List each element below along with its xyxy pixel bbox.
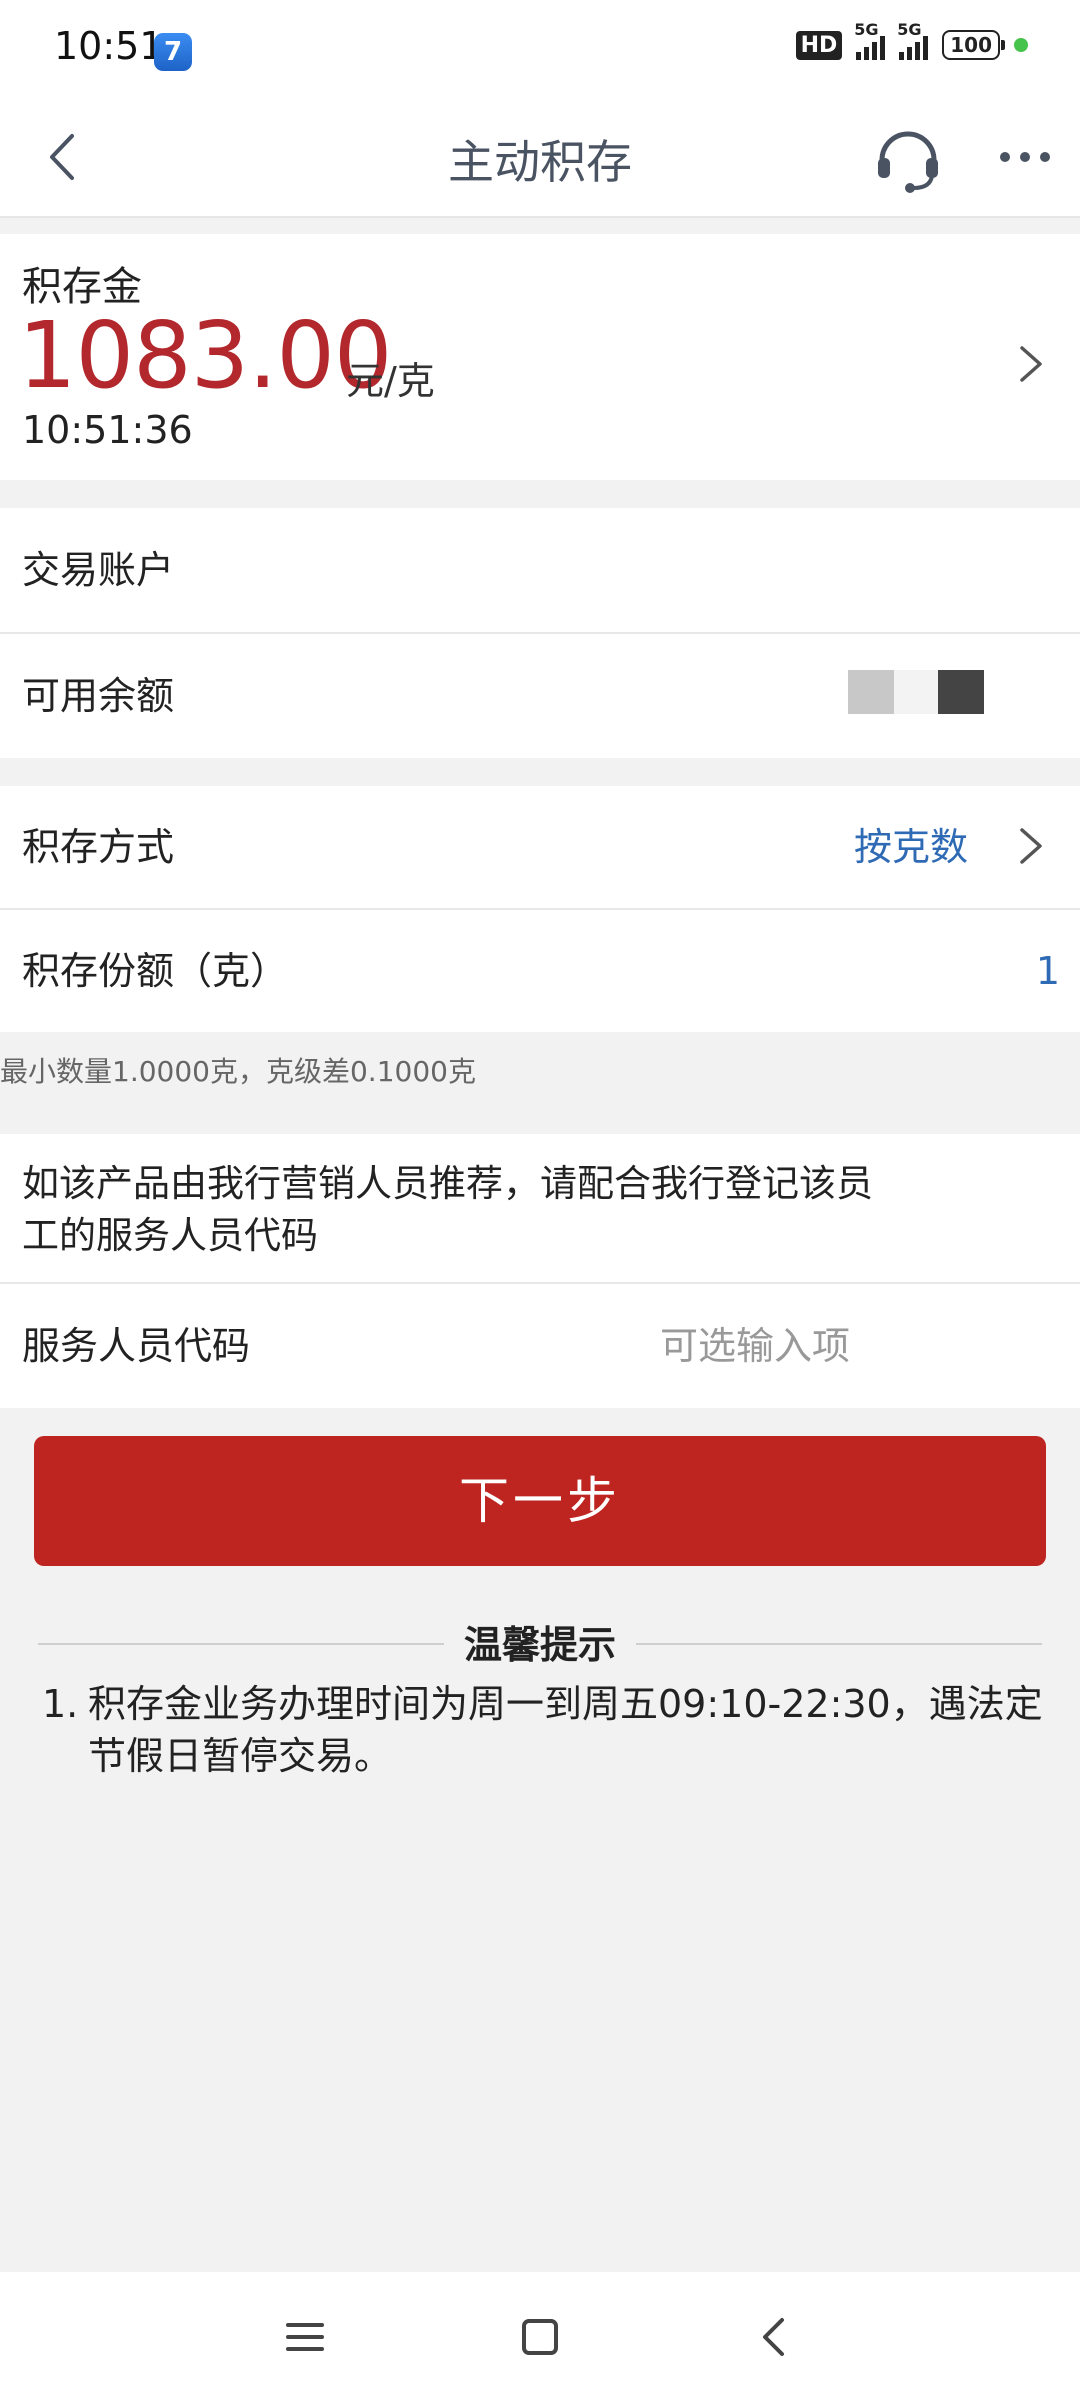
referral-notice-text: 如该产品由我行营销人员推荐，请配合我行登记该员工的服务人员代码: [22, 1162, 873, 1257]
privacy-indicator-dot: [1014, 38, 1028, 52]
chevron-right-icon: [1020, 828, 1042, 864]
tips-item-number: 1.: [42, 1682, 79, 1726]
gold-price-card[interactable]: 积存金 1083.00 元/克 10:51:36: [0, 234, 1080, 480]
gold-price: 1083.00: [18, 302, 392, 409]
home-icon[interactable]: [515, 2312, 565, 2362]
trade-account-label: 交易账户: [22, 548, 175, 592]
available-balance-label: 可用余额: [22, 674, 175, 718]
system-navigation-bar: [0, 2272, 1080, 2400]
tips-title: 温馨提示: [0, 1614, 1080, 1669]
deposit-method-value[interactable]: 按克数: [854, 786, 968, 908]
signal-icon: 5G: [854, 20, 886, 60]
next-step-button[interactable]: 下一步: [34, 1436, 1046, 1566]
staff-code-label: 服务人员代码: [22, 1324, 251, 1368]
deposit-amount-row[interactable]: 积存份额（克） 1: [0, 910, 1080, 1032]
chevron-right-icon: [1020, 346, 1042, 382]
status-bar: 10:51 7 HD 5G 5G 100: [0, 0, 1080, 100]
staff-code-row[interactable]: 服务人员代码 可选输入项: [0, 1284, 1080, 1408]
back-icon[interactable]: [750, 2312, 800, 2362]
more-dots-icon[interactable]: [990, 122, 1060, 192]
referral-notice: 如该产品由我行营销人员推荐，请配合我行登记该员工的服务人员代码: [0, 1134, 1080, 1282]
headset-icon[interactable]: [870, 120, 946, 196]
masked-balance-3: [938, 670, 984, 714]
deposit-method-label: 积存方式: [22, 825, 175, 869]
staff-code-input[interactable]: 可选输入项: [660, 1284, 850, 1408]
tips-item-text: 积存金业务办理时间为周一到周五09:10-22:30，遇法定节假日暂停交易。: [88, 1682, 1043, 1778]
status-indicators: HD 5G 5G 100: [795, 20, 1028, 60]
battery-icon: 100: [942, 30, 1005, 60]
price-unit: 元/克: [346, 359, 435, 403]
hd-icon: HD: [795, 30, 843, 60]
price-timestamp: 10:51:36: [22, 408, 193, 452]
signal-icon-2: 5G: [897, 20, 929, 60]
app-notification-icon: 7: [154, 33, 192, 71]
deposit-amount-input[interactable]: 1: [1036, 910, 1060, 1032]
screen: 10:51 7 HD 5G 5G 100 主动积存 积存金 1083.00 元/…: [0, 0, 1080, 2400]
status-time: 10:51: [54, 24, 164, 68]
menu-icon[interactable]: [280, 2312, 330, 2362]
navigation-bar: 主动积存: [0, 100, 1080, 218]
trade-account-row[interactable]: 交易账户: [0, 508, 1080, 632]
deposit-method-row[interactable]: 积存方式 按克数: [0, 786, 1080, 908]
masked-balance-2: [894, 670, 938, 714]
masked-balance: [848, 670, 894, 714]
deposit-amount-label: 积存份额（克）: [22, 949, 289, 993]
available-balance-row: 可用余额: [0, 634, 1080, 758]
quantity-hint: 最小数量1.0000克，克级差0.1000克: [0, 1055, 476, 1088]
